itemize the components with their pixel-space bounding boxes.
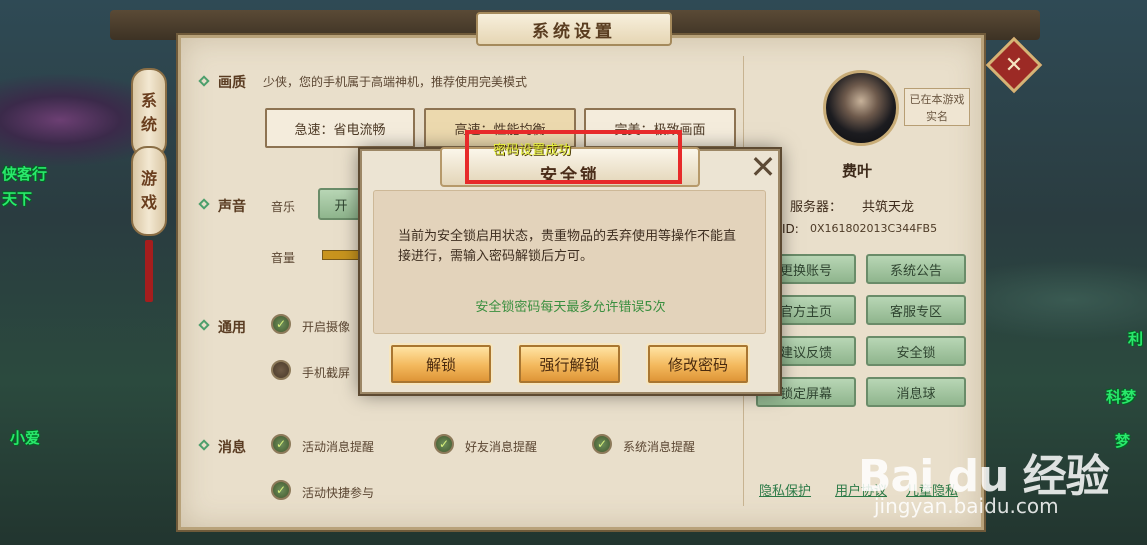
- dialog-message: 当前为安全锁启用状态，贵重物品的丢弃使用等操作不能直接进行，需输入密码解锁后方可…: [398, 229, 737, 264]
- baidu-watermark: Bai du 经验 jingyan.baidu.com: [858, 420, 1147, 545]
- unlock-button[interactable]: 解锁: [391, 345, 491, 383]
- watermark-url: jingyan.baidu.com: [874, 494, 1059, 518]
- change-password-button[interactable]: 修改密码: [648, 345, 748, 383]
- annotation-highlight-box: [465, 130, 682, 184]
- dialog-hint: 安全锁密码每天最多允许错误5次: [475, 300, 666, 315]
- dialog-message-box: 当前为安全锁启用状态，贵重物品的丢弃使用等操作不能直接进行，需输入密码解锁后方可…: [373, 190, 766, 334]
- dialog-close-button[interactable]: ✕: [748, 151, 778, 183]
- force-unlock-button[interactable]: 强行解锁: [519, 345, 620, 383]
